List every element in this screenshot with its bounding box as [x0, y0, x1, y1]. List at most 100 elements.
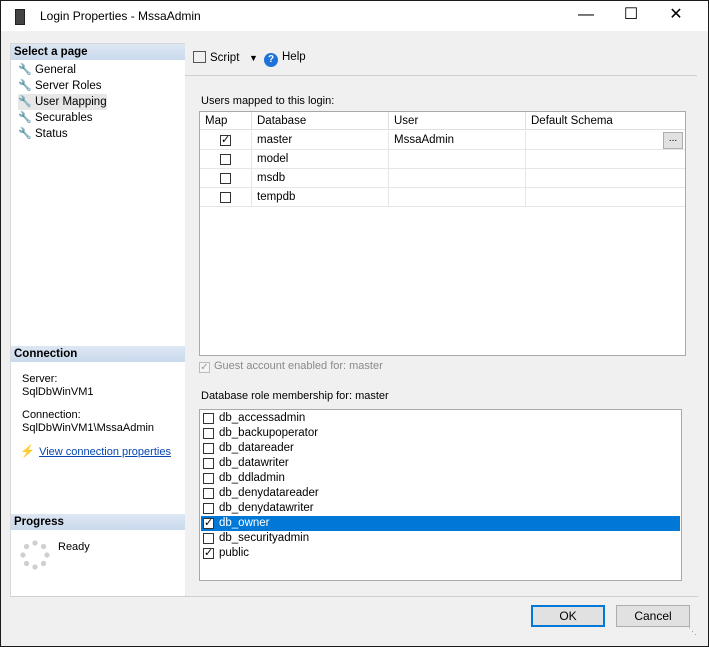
role-membership-list[interactable]: db_accessadmin db_backupoperator db_data… [199, 409, 682, 581]
title-bar[interactable]: Login Properties - MssaAdmin — ☐ ✕ [1, 1, 708, 31]
role-item[interactable]: db_datareader [201, 441, 680, 456]
wrench-icon: 🔧 [18, 112, 32, 124]
page-label: Server Roles [35, 80, 102, 92]
map-cell[interactable] [200, 169, 252, 188]
map-cell[interactable] [200, 188, 252, 207]
role-checkbox[interactable] [203, 473, 214, 484]
server-label: Server: [22, 373, 58, 385]
toolbar: Script ▼ ? Help [185, 43, 697, 76]
wrench-icon: 🔧 [18, 80, 32, 92]
database-cell[interactable]: master [252, 131, 389, 150]
role-item[interactable]: db_backupoperator [201, 426, 680, 441]
database-cell[interactable]: tempdb [252, 188, 389, 207]
user-mapping-grid[interactable]: Map Database User Default Schema ✓ maste… [199, 111, 686, 356]
role-label: db_backupoperator [219, 427, 319, 439]
maximize-button[interactable]: ☐ [608, 1, 654, 31]
role-checkbox[interactable]: ✓ [203, 518, 214, 529]
role-label: db_ddladmin [219, 472, 285, 484]
role-label: db_datareader [219, 442, 294, 454]
connection-properties-icon: ⚡ [20, 444, 35, 458]
select-page-header: Select a page [11, 44, 185, 60]
map-checkbox-msdb[interactable] [220, 173, 231, 184]
page-server-roles[interactable]: 🔧 Server Roles [18, 78, 101, 94]
role-checkbox[interactable] [203, 488, 214, 499]
role-label: public [219, 547, 250, 559]
page-general[interactable]: 🔧 General [18, 62, 76, 78]
script-dropdown-arrow-icon[interactable]: ▼ [249, 53, 258, 63]
role-label: db_accessadmin [219, 412, 306, 424]
page-label: Securables [35, 112, 93, 124]
script-button[interactable]: Script [193, 51, 239, 64]
minimize-button[interactable]: — [563, 1, 609, 31]
close-button[interactable]: ✕ [653, 1, 699, 31]
page-status[interactable]: 🔧 Status [18, 126, 68, 142]
map-cell[interactable]: ✓ [200, 131, 252, 150]
role-label: db_owner [219, 517, 270, 529]
role-label: db_denydatareader [219, 487, 319, 499]
role-checkbox[interactable] [203, 533, 214, 544]
header-user[interactable]: User [389, 112, 526, 130]
role-checkbox[interactable] [203, 458, 214, 469]
page-label: User Mapping [35, 96, 107, 108]
view-connection-link[interactable]: View connection properties [39, 446, 171, 458]
guest-account-label: Guest account enabled for: master [214, 360, 383, 372]
help-icon: ? [264, 53, 278, 67]
role-item-selected[interactable]: ✓ db_owner [201, 516, 680, 531]
map-checkbox-tempdb[interactable] [220, 192, 231, 203]
user-cell[interactable] [389, 188, 526, 207]
page-user-mapping[interactable]: 🔧 User Mapping [18, 94, 107, 110]
script-label: Script [210, 52, 240, 64]
schema-cell[interactable] [526, 188, 685, 207]
role-label: db_denydatawriter [219, 502, 314, 514]
guest-account-option: ✓ Guest account enabled for: master [199, 360, 383, 373]
schema-cell[interactable] [526, 150, 685, 169]
wrench-icon: 🔧 [18, 96, 32, 108]
user-cell[interactable] [389, 169, 526, 188]
role-checkbox[interactable] [203, 443, 214, 454]
browse-schema-button[interactable]: ... [663, 132, 683, 149]
role-checkbox[interactable] [203, 503, 214, 514]
progress-header: Progress [11, 514, 185, 530]
schema-cell[interactable] [526, 169, 685, 188]
header-default-schema[interactable]: Default Schema [526, 112, 685, 130]
user-cell[interactable] [389, 150, 526, 169]
role-item[interactable]: ✓ public [201, 546, 680, 561]
map-checkbox-model[interactable] [220, 154, 231, 165]
role-item[interactable]: db_datawriter [201, 456, 680, 471]
connection-value: SqlDbWinVM1\MssaAdmin [22, 422, 155, 434]
map-checkbox-master[interactable]: ✓ [220, 135, 231, 146]
connection-header: Connection [11, 346, 185, 362]
window-title: Login Properties - MssaAdmin [40, 9, 201, 23]
role-item[interactable]: db_denydatawriter [201, 501, 680, 516]
role-item[interactable]: db_denydatareader [201, 486, 680, 501]
server-value: SqlDbWinVM1 [22, 386, 94, 398]
database-cell[interactable]: msdb [252, 169, 389, 188]
role-checkbox[interactable]: ✓ [203, 548, 214, 559]
role-checkbox[interactable] [203, 413, 214, 424]
header-database[interactable]: Database [252, 112, 389, 130]
user-cell[interactable]: MssaAdmin [389, 131, 526, 150]
guest-account-checkbox: ✓ [199, 362, 210, 373]
header-map[interactable]: Map [200, 112, 252, 130]
view-connection-properties[interactable]: ⚡ View connection properties [20, 445, 171, 459]
role-item[interactable]: db_securityadmin [201, 531, 680, 546]
resize-grip-icon[interactable]: ⋱ [688, 626, 698, 636]
progress-spinner-icon [20, 540, 50, 570]
users-mapped-label: Users mapped to this login: [201, 95, 335, 107]
role-item[interactable]: db_ddladmin [201, 471, 680, 486]
role-item[interactable]: db_accessadmin [201, 411, 680, 426]
wrench-icon: 🔧 [18, 128, 32, 140]
server-icon [15, 9, 25, 25]
help-button[interactable]: ? Help [264, 51, 306, 67]
schema-cell[interactable]: ... [526, 131, 685, 150]
role-membership-label: Database role membership for: master [201, 390, 389, 402]
page-securables[interactable]: 🔧 Securables [18, 110, 93, 126]
page-label: Status [35, 128, 68, 140]
cancel-button[interactable]: Cancel [616, 605, 690, 627]
wrench-icon: 🔧 [18, 64, 32, 76]
role-checkbox[interactable] [203, 428, 214, 439]
database-cell[interactable]: model [252, 150, 389, 169]
map-cell[interactable] [200, 150, 252, 169]
role-label: db_securityadmin [219, 532, 310, 544]
ok-button[interactable]: OK [531, 605, 605, 627]
